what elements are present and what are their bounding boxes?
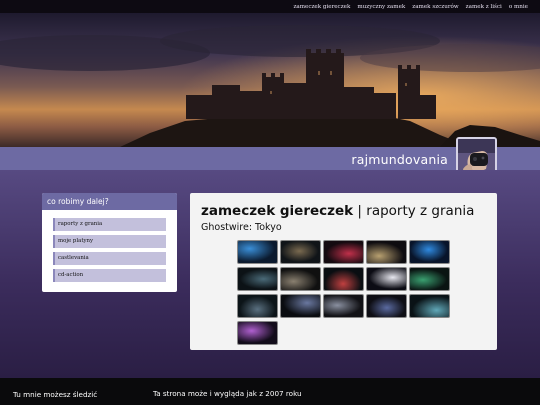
side-menu: co robimy dalej? raporty z grania moje p… — [42, 193, 177, 292]
gallery-thumbnail[interactable] — [409, 240, 450, 264]
gallery-thumbnail[interactable] — [323, 240, 364, 264]
page-title-separator: | — [353, 203, 367, 219]
gallery-thumbnail[interactable] — [323, 294, 364, 318]
gallery-thumbnail[interactable] — [366, 240, 407, 264]
page-title-bold: zameczek giereczek — [201, 203, 354, 219]
gallery-thumbnail[interactable] — [366, 267, 407, 291]
nav-link-muzyczny-zamek[interactable]: muzyczny zamek — [357, 4, 405, 10]
nav-link-zameczek-giereczek[interactable]: zameczek giereczek — [293, 4, 350, 10]
gallery-thumbnail[interactable] — [237, 294, 278, 318]
gallery-thumbnail[interactable] — [323, 267, 364, 291]
nav-link-o-mnie[interactable]: o mnie — [509, 4, 528, 10]
gallery-thumbnail[interactable] — [366, 294, 407, 318]
page-title-section: raporty z grania — [366, 203, 475, 219]
gallery-thumbnail[interactable] — [237, 240, 278, 264]
footer-note-text: Ta strona może i wygląda jak z 2007 roku — [153, 389, 302, 398]
top-nav: zameczek giereczek muzyczny zamek zamek … — [0, 0, 540, 13]
side-menu-item-cd-action[interactable]: cd-action — [53, 269, 166, 282]
nav-link-zamek-z-lisci[interactable]: zamek z liści — [466, 4, 502, 10]
footer-follow-text: Tu mnie możesz śledzić — [13, 390, 98, 399]
gallery-thumbnail[interactable] — [280, 294, 321, 318]
site-name[interactable]: rajmundovania — [351, 152, 448, 167]
gallery-thumbnail[interactable] — [237, 267, 278, 291]
post-title[interactable]: Ghostwire: Tokyo — [201, 222, 282, 233]
gallery-thumbnail[interactable] — [280, 267, 321, 291]
page-title: zameczek giereczek | raporty z grania — [201, 203, 474, 219]
castle-banner-image — [0, 13, 540, 147]
side-menu-heading: co robimy dalej? — [42, 193, 177, 210]
side-menu-item-moje-platyny[interactable]: moje platyny — [53, 235, 166, 248]
side-menu-item-castlevania[interactable]: castlevania — [53, 252, 166, 265]
gallery-thumbnail[interactable] — [237, 321, 278, 345]
screenshot-gallery — [237, 240, 451, 345]
main-panel: zameczek giereczek | raporty z grania Gh… — [190, 193, 497, 350]
gallery-thumbnail[interactable] — [280, 240, 321, 264]
gallery-thumbnail[interactable] — [409, 267, 450, 291]
nav-link-zamek-szczurow[interactable]: zamek szczurów — [412, 4, 458, 10]
side-menu-item-raporty-z-grania[interactable]: raporty z grania — [53, 218, 166, 231]
gallery-thumbnail[interactable] — [409, 294, 450, 318]
